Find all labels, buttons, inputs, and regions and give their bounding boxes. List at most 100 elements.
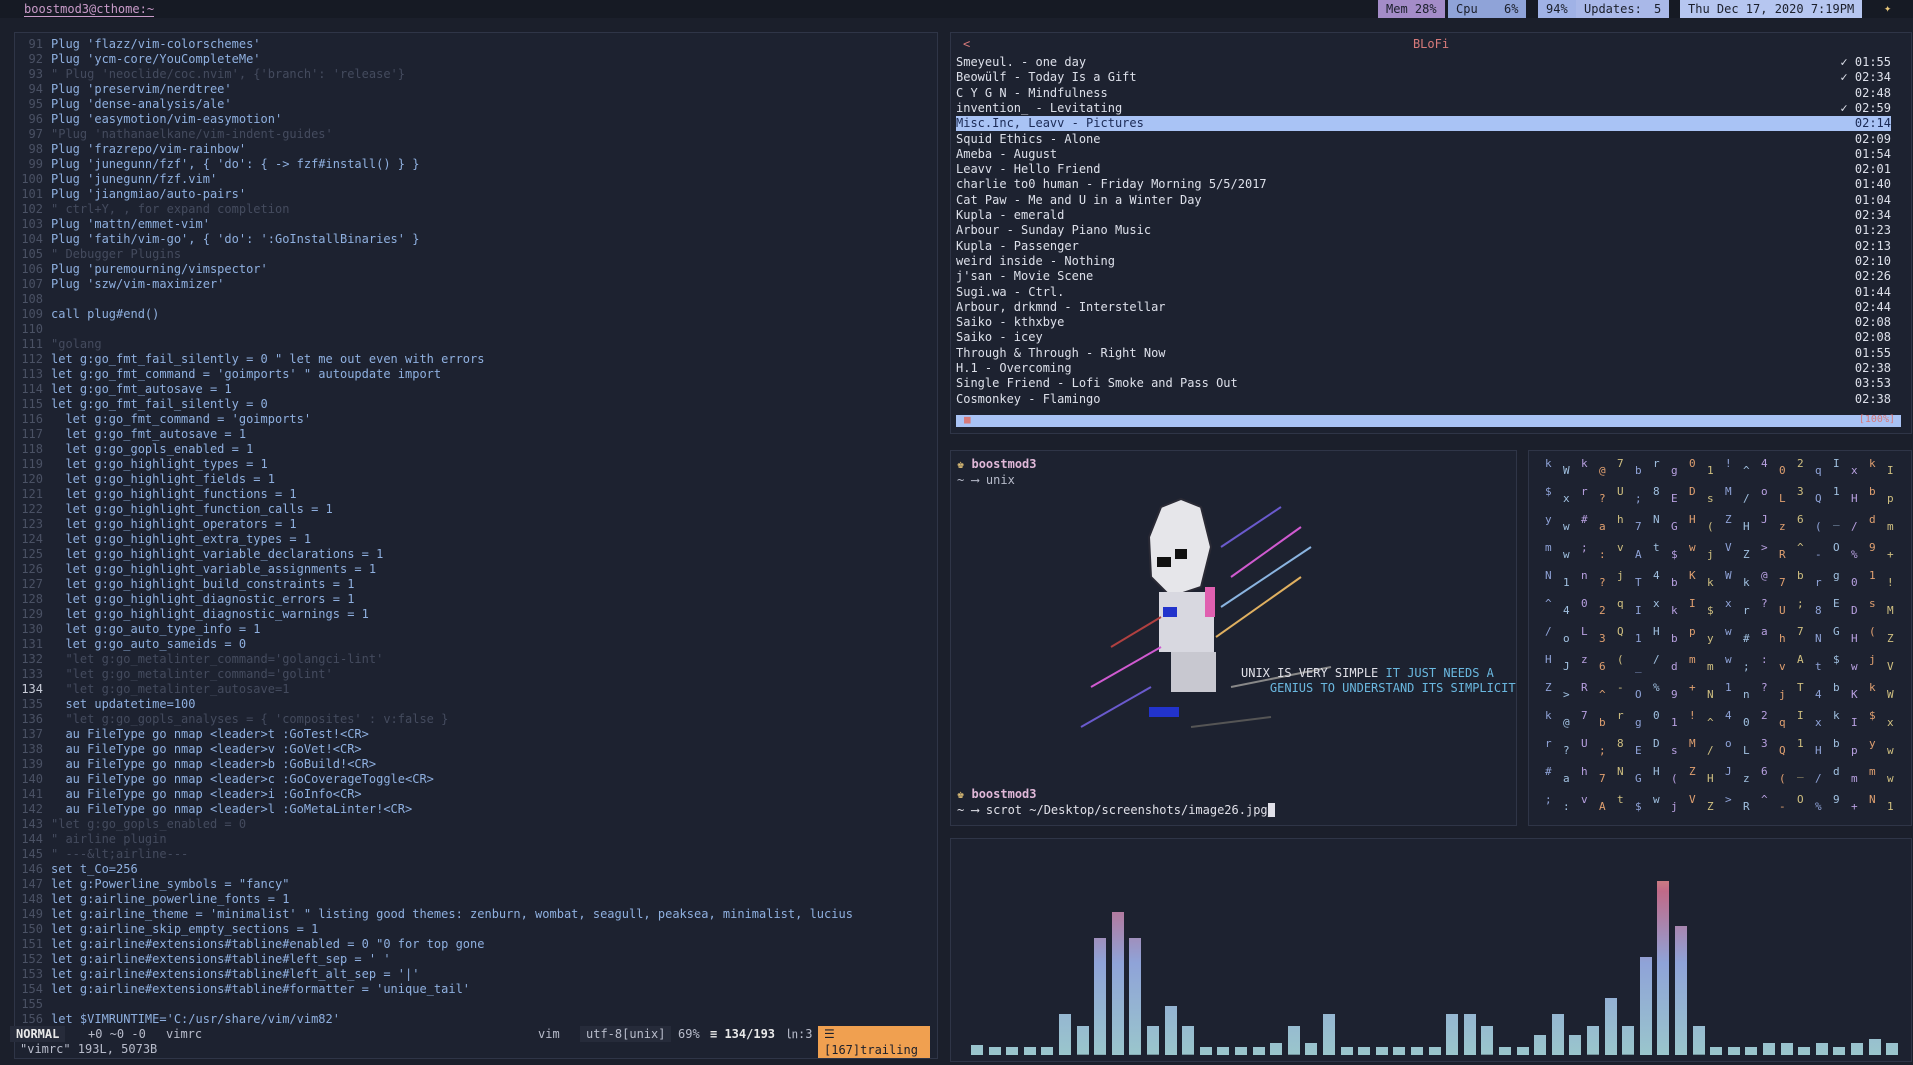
track-item[interactable]: Through & Through - Right Now 01:55 — [956, 346, 1891, 361]
vim-line[interactable]: 114 let g:go_fmt_autosave = 1 — [15, 382, 937, 397]
vim-line[interactable]: 143 "let g:go_gopls_enabled = 0 — [15, 817, 937, 832]
matrix-glyph: ? — [1599, 576, 1606, 589]
vim-line[interactable]: 154 let g:airline#extensions#tabline#form… — [15, 982, 937, 997]
vim-line[interactable]: 147 let g:Powerline_symbols = "fancy" — [15, 877, 937, 892]
track-item[interactable]: Ameba - August 01:54 — [956, 147, 1891, 162]
vim-line[interactable]: 91 Plug 'flazz/vim-colorschemes' — [15, 37, 937, 52]
vim-line[interactable]: 145 " ---&lt;airline--- — [15, 847, 937, 862]
terminal[interactable]: ♚ boostmod3 ~ ⟶ unix UNIX IS VERY SIMPLE… — [950, 450, 1517, 826]
vim-line[interactable]: 102 " ctrl+Y, , for expand completion — [15, 202, 937, 217]
vim-line[interactable]: 94 Plug 'preservim/nerdtree' — [15, 82, 937, 97]
vim-line[interactable]: 105 " Debugger Plugins — [15, 247, 937, 262]
track-item[interactable]: Cosmonkey - Flamingo 02:38 — [956, 392, 1891, 407]
vim-line[interactable]: 95 Plug 'dense-analysis/ale' — [15, 97, 937, 112]
vim-line[interactable]: 130 let g:go_auto_type_info = 1 — [15, 622, 937, 637]
vim-line[interactable]: 155 — [15, 997, 937, 1012]
vim-line[interactable]: 106 Plug 'puremourning/vimspector' — [15, 262, 937, 277]
vim-line[interactable]: 110 — [15, 322, 937, 337]
track-item[interactable]: invention_ - Levitating ✓ 02:59 — [956, 101, 1891, 116]
track-item[interactable]: weird inside - Nothing 02:10 — [956, 254, 1891, 269]
vim-line[interactable]: 103 Plug 'mattn/emmet-vim' — [15, 217, 937, 232]
visualizer-bar — [1569, 1034, 1582, 1055]
track-item[interactable]: C Y G N - Mindfulness 02:48 — [956, 86, 1891, 101]
vim-line[interactable]: 97 "Plug 'nathanaelkane/vim-indent-guides… — [15, 127, 937, 142]
vim-line[interactable]: 93 " Plug 'neoclide/coc.nvim', {'branch':… — [15, 67, 937, 82]
vim-line[interactable]: 123 let g:go_highlight_operators = 1 — [15, 517, 937, 532]
track-item[interactable]: Misc.Inc, Leavv - Pictures 02:14 — [956, 116, 1891, 132]
vim-buffer[interactable]: 91 Plug 'flazz/vim-colorschemes' 92 Plug 'y… — [15, 37, 937, 1027]
track-item[interactable]: Saiko - kthxbye 02:08 — [956, 315, 1891, 330]
track-item[interactable]: Arbour - Sunday Piano Music 01:23 — [956, 223, 1891, 238]
vim-line[interactable]: 149 let g:airline_theme = 'minimalist' " … — [15, 907, 937, 922]
track-item[interactable]: Single Friend - Lofi Smoke and Pass Out 0… — [956, 376, 1891, 391]
vim-line[interactable]: 129 let g:go_highlight_diagnostic_warnin… — [15, 607, 937, 622]
vim-line[interactable]: 144 " airline plugin — [15, 832, 937, 847]
vim-line[interactable]: 153 let g:airline#extensions#tabline#left… — [15, 967, 937, 982]
vim-line[interactable]: 119 let g:go_highlight_types = 1 — [15, 457, 937, 472]
vim-line[interactable]: 141 au FileType go nmap <leader>i :GoInf… — [15, 787, 937, 802]
vim-line[interactable]: 104 Plug 'fatih/vim-go', { 'do': ':GoInst… — [15, 232, 937, 247]
track-item[interactable]: Saiko - icey 02:08 — [956, 330, 1891, 345]
vim-line[interactable]: 133 "let g:go_metalinter_command='golint… — [15, 667, 937, 682]
vim-line[interactable]: 150 let g:airline_skip_empty_sections = 1 — [15, 922, 937, 937]
vim-line[interactable]: 124 let g:go_highlight_extra_types = 1 — [15, 532, 937, 547]
vim-line[interactable]: 134 "let g:go_metalinter_autosave=1 — [15, 682, 937, 697]
vim-line[interactable]: 136 "let g:go_gopls_analyses = { 'compos… — [15, 712, 937, 727]
vim-line[interactable]: 151 let g:airline#extensions#tabline#enab… — [15, 937, 937, 952]
vim-line[interactable]: 131 let g:go_auto_sameids = 0 — [15, 637, 937, 652]
vim-line[interactable]: 122 let g:go_highlight_function_calls = … — [15, 502, 937, 517]
vim-line[interactable]: 142 au FileType go nmap <leader>l :GoMet… — [15, 802, 937, 817]
vim-line[interactable]: 118 let g:go_gopls_enabled = 1 — [15, 442, 937, 457]
track-item[interactable]: Kupla - Passenger 02:13 — [956, 239, 1891, 254]
vim-line[interactable]: 140 au FileType go nmap <leader>c :GoCov… — [15, 772, 937, 787]
vim-line[interactable]: 152 let g:airline#extensions#tabline#left… — [15, 952, 937, 967]
vim-line[interactable]: 116 let g:go_fmt_command = 'goimports' — [15, 412, 937, 427]
track-item[interactable]: Arbour, drkmnd - Interstellar 02:44 — [956, 300, 1891, 315]
vim-line[interactable]: 121 let g:go_highlight_functions = 1 — [15, 487, 937, 502]
vim-line[interactable]: 108 — [15, 292, 937, 307]
vim-line[interactable]: 115 let g:go_fmt_fail_silently = 0 — [15, 397, 937, 412]
track-item[interactable]: Beowülf - Today Is a Gift ✓ 02:34 — [956, 70, 1891, 85]
vim-line[interactable]: 109 call plug#end() — [15, 307, 937, 322]
vim-line[interactable]: 146 set t_Co=256 — [15, 862, 937, 877]
track-item[interactable]: Cat Paw - Me and U in a Winter Day 01:04 — [956, 193, 1891, 208]
prompt-command-2[interactable]: ~ ⟶ scrot ~/Desktop/screenshots/image26.… — [957, 803, 1275, 817]
track-item[interactable]: Kupla - emerald 02:34 — [956, 208, 1891, 223]
track-item[interactable]: H.1 - Overcoming 02:38 — [956, 361, 1891, 376]
vim-line[interactable]: 125 let g:go_highlight_variable_declarat… — [15, 547, 937, 562]
track-item[interactable]: Squid Ethics - Alone 02:09 — [956, 132, 1891, 147]
track-item[interactable]: Smeyeul. - one day ✓ 01:55 — [956, 55, 1891, 70]
vim-line[interactable]: 132 "let g:go_metalinter_command='golang… — [15, 652, 937, 667]
vim-line[interactable]: 156 let $VIMRUNTIME='C:/usr/share/vim/vim… — [15, 1012, 937, 1027]
vim-line[interactable]: 99 Plug 'junegunn/fzf', { 'do': { -> fzf#… — [15, 157, 937, 172]
visualizer-bar — [1833, 1046, 1846, 1055]
vim-line[interactable]: 138 au FileType go nmap <leader>v :GoVet… — [15, 742, 937, 757]
track-item[interactable]: j'san - Movie Scene 02:26 — [956, 269, 1891, 284]
vim-line[interactable]: 100 Plug 'junegunn/fzf.vim' — [15, 172, 937, 187]
track-item[interactable]: Leavv - Hello Friend 02:01 — [956, 162, 1891, 177]
vim-line[interactable]: 126 let g:go_highlight_variable_assignme… — [15, 562, 937, 577]
vim-line[interactable]: 107 Plug 'szw/vim-maximizer' — [15, 277, 937, 292]
vim-editor[interactable]: 91 Plug 'flazz/vim-colorschemes' 92 Plug 'y… — [14, 32, 938, 1059]
vim-line[interactable]: 137 au FileType go nmap <leader>t :GoTes… — [15, 727, 937, 742]
vim-line[interactable]: 111 "golang — [15, 337, 937, 352]
tray-icon[interactable]: ✦ — [1884, 1, 1891, 15]
track-item[interactable]: charlie to0 human - Friday Morning 5/5/2… — [956, 177, 1891, 192]
vim-line[interactable]: 98 Plug 'frazrepo/vim-rainbow' — [15, 142, 937, 157]
vim-line[interactable]: 135 set updatetime=100 — [15, 697, 937, 712]
vim-line[interactable]: 127 let g:go_highlight_build_constraints… — [15, 577, 937, 592]
track-item[interactable]: Sugi.wa - Ctrl. 01:44 — [956, 285, 1891, 300]
vim-line[interactable]: 113 let g:go_fmt_command = 'goimports' " … — [15, 367, 937, 382]
line-number: 122 — [21, 502, 43, 516]
vim-line[interactable]: 120 let g:go_highlight_fields = 1 — [15, 472, 937, 487]
vim-line[interactable]: 148 let g:airline_powerline_fonts = 1 — [15, 892, 937, 907]
vim-line[interactable]: 92 Plug 'ycm-core/YouCompleteMe' — [15, 52, 937, 67]
progress-bar[interactable]: ■ [100%] — [956, 413, 1901, 427]
vim-line[interactable]: 128 let g:go_highlight_diagnostic_errors… — [15, 592, 937, 607]
vim-line[interactable]: 117 let g:go_fmt_autosave = 1 — [15, 427, 937, 442]
music-player[interactable]: < BLoFi Smeyeul. - one day ✓ 01:55 Beowülf… — [950, 32, 1912, 434]
vim-line[interactable]: 101 Plug 'jiangmiao/auto-pairs' — [15, 187, 937, 202]
vim-line[interactable]: 96 Plug 'easymotion/vim-easymotion' — [15, 112, 937, 127]
vim-line[interactable]: 139 au FileType go nmap <leader>b :GoBui… — [15, 757, 937, 772]
vim-line[interactable]: 112 let g:go_fmt_fail_silently = 0 " let … — [15, 352, 937, 367]
